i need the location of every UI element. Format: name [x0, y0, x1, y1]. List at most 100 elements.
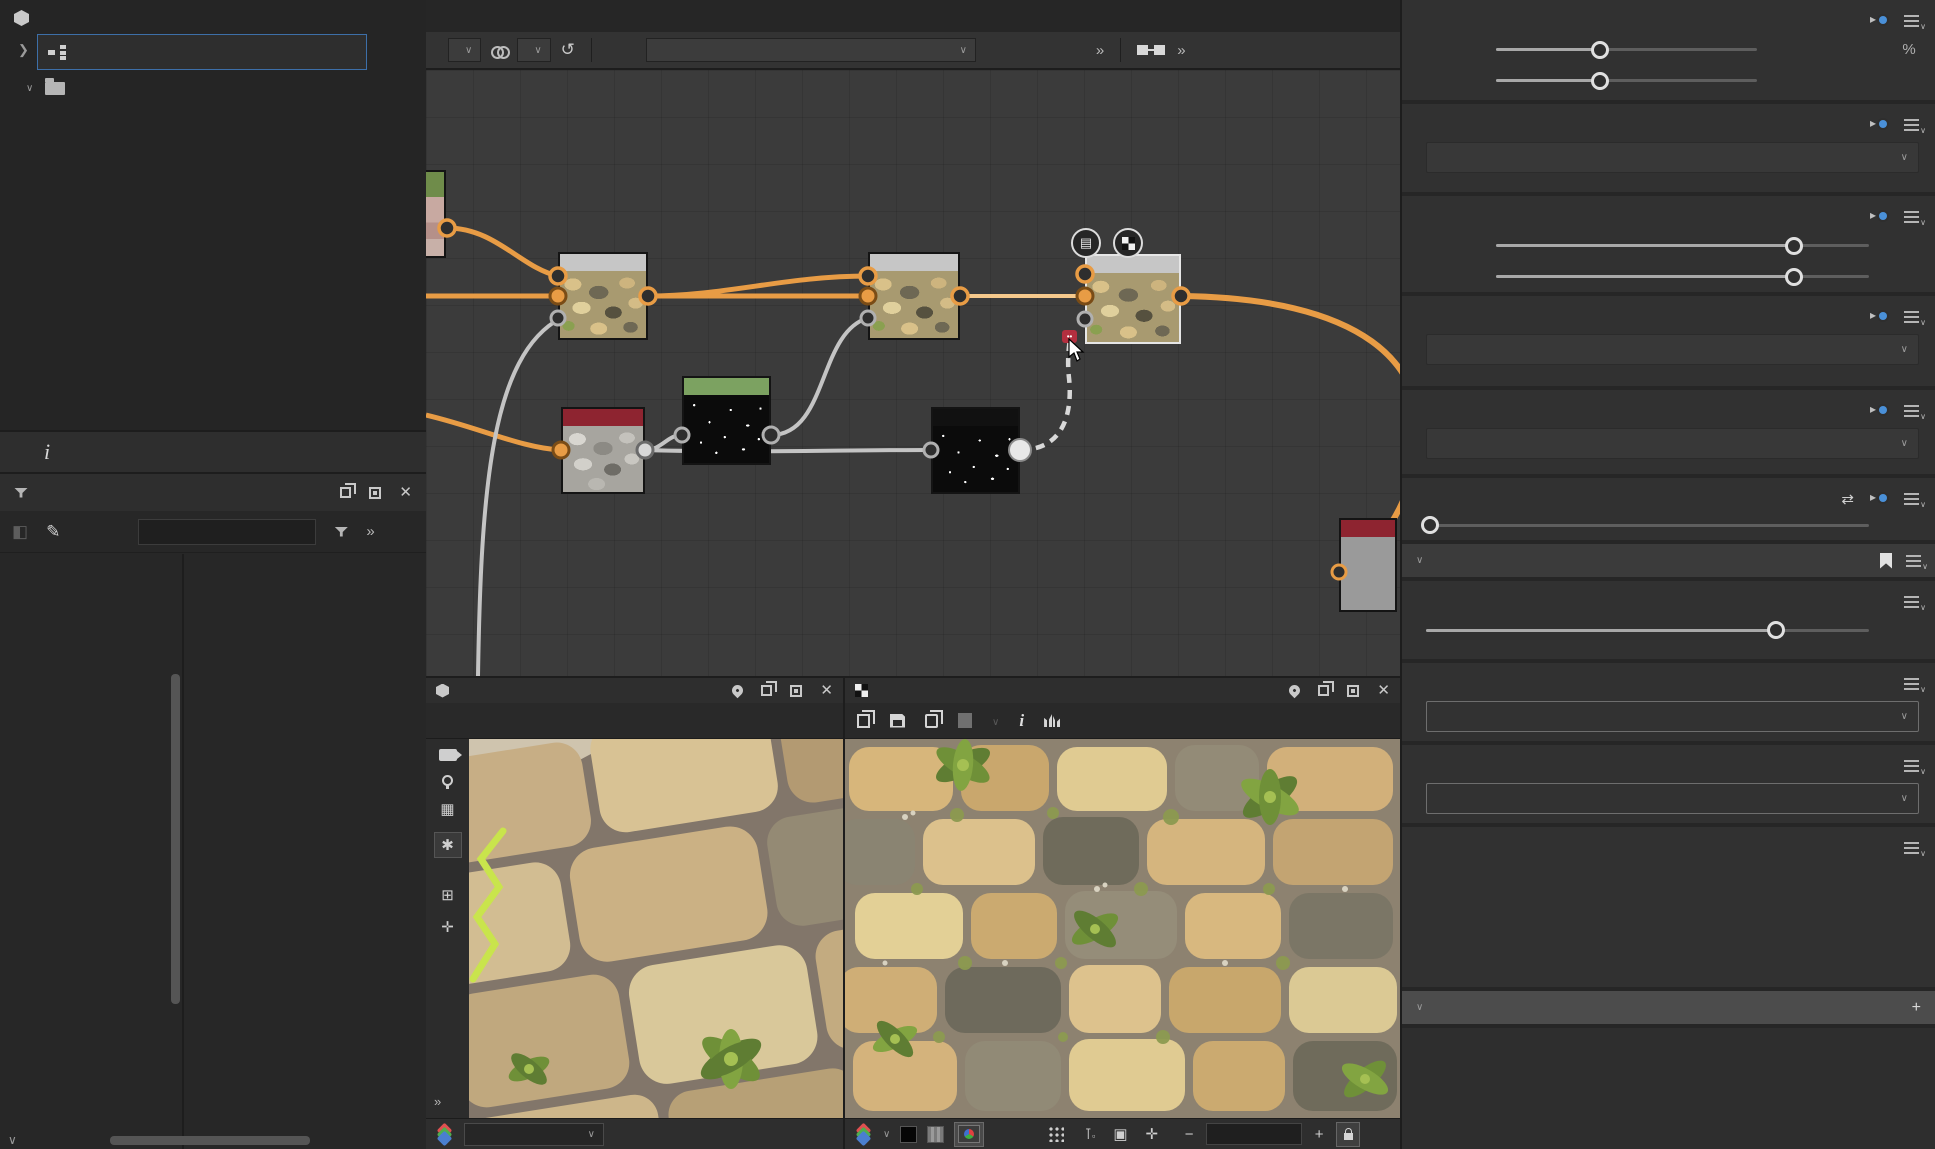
- expose-parameter-icon[interactable]: [1870, 492, 1888, 507]
- pan-icon[interactable]: ✛: [1146, 1125, 1159, 1143]
- crop-icon[interactable]: ▣: [1113, 1125, 1127, 1143]
- levels-node-1[interactable]: [682, 376, 771, 465]
- output-format-dropdown[interactable]: ∨: [1426, 142, 1919, 173]
- histogram-icon[interactable]: [1044, 714, 1060, 727]
- shuffle-icon[interactable]: ⇄: [1841, 490, 1854, 508]
- pixel-ratio-dropdown[interactable]: ∨: [1426, 334, 1919, 365]
- background-black-swatch[interactable]: [900, 1126, 917, 1143]
- view3d-header[interactable]: ✕: [426, 676, 843, 703]
- expose-parameter-icon[interactable]: [1870, 404, 1888, 419]
- specific-parameters-header[interactable]: ∨: [1402, 544, 1935, 577]
- close-icon[interactable]: ✕: [399, 485, 412, 500]
- parameter-menu-icon[interactable]: [1904, 596, 1919, 608]
- zoom-in-button[interactable]: +: [1312, 1126, 1326, 1143]
- view2d-header[interactable]: ✕: [845, 676, 1400, 703]
- close-icon[interactable]: ✕: [1377, 683, 1390, 698]
- add-input-icon[interactable]: +: [1912, 999, 1921, 1017]
- pixel-height-slider[interactable]: [1496, 275, 1869, 278]
- node-graph-canvas[interactable]: ▤: [426, 70, 1400, 676]
- parent-size-dropdown[interactable]: ∨: [448, 38, 481, 62]
- input-values-header[interactable]: ∨ +: [1402, 991, 1935, 1024]
- image-info-icon[interactable]: i: [1019, 711, 1024, 731]
- node-type-filter-dropdown[interactable]: ∨: [646, 38, 976, 62]
- close-icon[interactable]: ✕: [820, 683, 833, 698]
- scene-image-icon[interactable]: ▦: [440, 800, 454, 818]
- blend-node-2[interactable]: [868, 252, 960, 340]
- colorspace-caret[interactable]: ∨: [883, 1129, 890, 1140]
- opacity-slider[interactable]: [1426, 629, 1869, 632]
- random-seed-slider[interactable]: [1426, 524, 1869, 527]
- relative-link-icon[interactable]: %: [1899, 41, 1919, 58]
- search-filter-icon[interactable]: [334, 527, 348, 537]
- parameter-menu-icon[interactable]: [1904, 119, 1919, 131]
- colorspace-layers-icon[interactable]: [855, 1125, 873, 1143]
- blend-node-3-selected[interactable]: [1085, 254, 1181, 344]
- uniform-color-node[interactable]: [1339, 518, 1397, 612]
- category-scrollbar[interactable]: [171, 674, 180, 1004]
- expose-parameter-icon[interactable]: [1870, 14, 1888, 29]
- node-quick-levels-button[interactable]: ▤: [1071, 228, 1101, 258]
- parameter-menu-icon[interactable]: [1904, 678, 1919, 690]
- link-size-icon[interactable]: [491, 46, 507, 55]
- search-input[interactable]: [147, 523, 307, 541]
- uv-dropdown[interactable]: ∨: [992, 712, 999, 729]
- parameter-menu-icon[interactable]: [1904, 842, 1919, 854]
- package-expand-caret[interactable]: ❯: [18, 42, 29, 58]
- restore-icon[interactable]: [340, 487, 351, 498]
- new-view-icon[interactable]: [857, 714, 870, 728]
- parameter-menu-icon[interactable]: [1906, 555, 1921, 567]
- parameter-menu-icon[interactable]: [1904, 493, 1919, 505]
- input-bitmap-node[interactable]: [426, 170, 446, 258]
- tiling-mode-dropdown[interactable]: ∨: [1426, 428, 1919, 459]
- height-slider[interactable]: [1496, 79, 1757, 82]
- pin-icon[interactable]: [730, 683, 746, 699]
- edit-icon[interactable]: ✎: [46, 522, 60, 542]
- curvature-smooth-node[interactable]: [561, 407, 645, 494]
- physical-size-icon[interactable]: ⊺▫: [1084, 1125, 1095, 1143]
- folder-collapse-caret[interactable]: ∨: [26, 83, 33, 94]
- library-scroll-caret[interactable]: ∨: [8, 1133, 17, 1147]
- copy-icon[interactable]: [925, 714, 938, 728]
- reset-size-icon[interactable]: ↺: [561, 40, 575, 60]
- zoom-out-button[interactable]: −: [1182, 1126, 1196, 1143]
- expose-parameter-icon[interactable]: [1870, 310, 1888, 325]
- maximize-icon[interactable]: [1347, 685, 1359, 697]
- background-stripe-swatch[interactable]: [927, 1126, 944, 1143]
- colorspace-layers-icon[interactable]: [436, 1125, 454, 1143]
- parent-size-height-dropdown[interactable]: ∨: [517, 38, 550, 62]
- refresh-image-icon[interactable]: [958, 713, 972, 728]
- camera-icon[interactable]: [439, 749, 457, 761]
- expose-parameter-icon[interactable]: [1870, 118, 1888, 133]
- save-image-icon[interactable]: [890, 714, 905, 728]
- new-preset-icon[interactable]: ◧: [12, 522, 28, 542]
- graph-toolbar-more[interactable]: »: [1096, 42, 1104, 59]
- parameter-menu-icon[interactable]: [1904, 405, 1919, 417]
- blending-mode-dropdown[interactable]: ∨: [1426, 701, 1919, 732]
- display-settings-button[interactable]: ✱: [434, 832, 462, 858]
- resources-folder-row[interactable]: ∨: [0, 70, 426, 101]
- channel-display-button[interactable]: [954, 1122, 984, 1147]
- restore-icon[interactable]: [1318, 685, 1329, 696]
- view3d-viewport[interactable]: [469, 739, 843, 1118]
- node-quick-transform-button[interactable]: [1113, 228, 1143, 258]
- pixel-width-slider[interactable]: [1496, 244, 1869, 247]
- node-pair-icon[interactable]: [1137, 43, 1167, 57]
- maximize-icon[interactable]: [369, 487, 381, 499]
- zoom-level-field[interactable]: [1206, 1123, 1302, 1145]
- graph-tools-more[interactable]: »: [1177, 42, 1185, 59]
- parameter-menu-icon[interactable]: [1904, 760, 1919, 772]
- library-horizontal-scrollbar[interactable]: [110, 1136, 310, 1145]
- gizmo-axes-icon[interactable]: ✛: [441, 918, 454, 936]
- levels-node-2[interactable]: [931, 407, 1020, 494]
- pin-icon[interactable]: [1287, 683, 1303, 699]
- colorspace-dropdown[interactable]: ∨: [464, 1123, 604, 1146]
- light-icon[interactable]: [442, 775, 453, 786]
- width-slider[interactable]: [1496, 48, 1757, 51]
- blend-node-1[interactable]: [558, 252, 648, 340]
- preset-flag-icon[interactable]: [1880, 553, 1892, 569]
- package-row[interactable]: [37, 34, 367, 70]
- parameter-menu-icon[interactable]: [1904, 311, 1919, 323]
- view2d-viewport[interactable]: [845, 739, 1400, 1118]
- uv-grid-icon[interactable]: ⊞: [441, 886, 454, 904]
- alpha-blending-dropdown[interactable]: ∨: [1426, 783, 1919, 814]
